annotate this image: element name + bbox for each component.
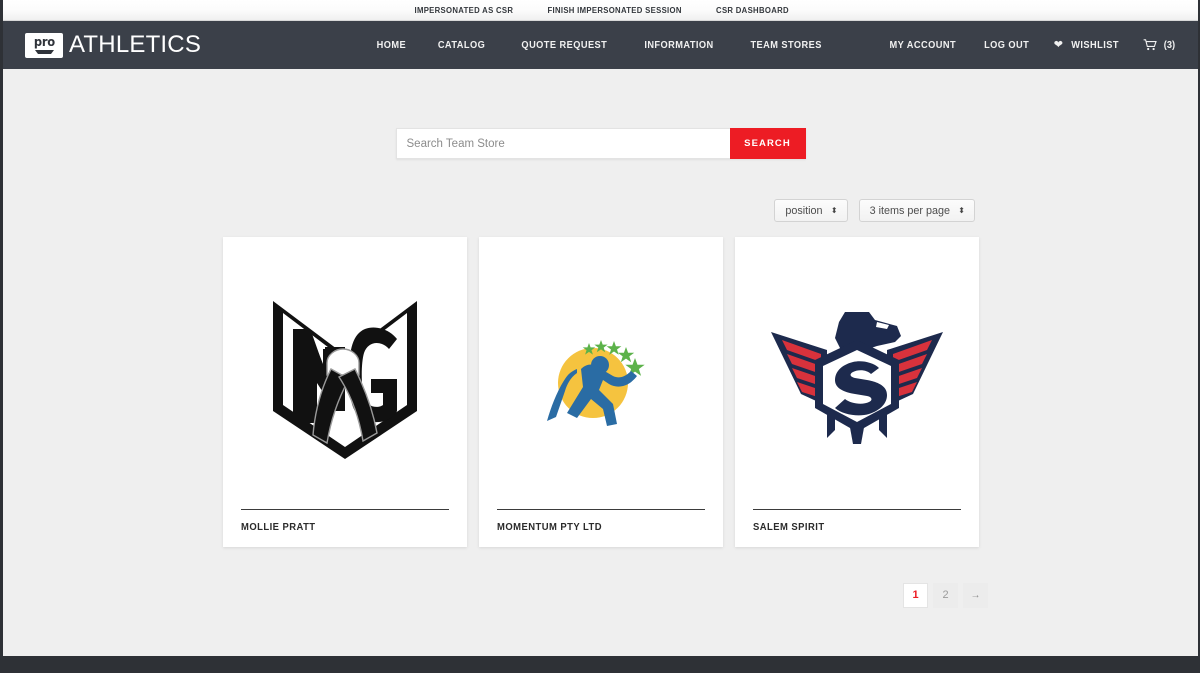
- team-store-search-form: SEARCH: [395, 128, 806, 159]
- divider: [752, 509, 961, 510]
- nav-item-catalog[interactable]: CATALOG: [438, 39, 485, 51]
- next-page-button[interactable]: →: [963, 583, 988, 608]
- team-store-name: MOMENTUM PTY LTD: [496, 521, 602, 533]
- team-store-grid: MOLLIE PRATT MOMENTUM PTY LTD SALEM SPIR…: [3, 237, 1198, 547]
- list-toolbar: position ⬍ 3 items per page ⬍: [3, 159, 1198, 222]
- team-store-card-footer: MOMENTUM PTY LTD: [479, 509, 723, 547]
- team-store-name: SALEM SPIRIT: [752, 521, 825, 533]
- impersonated-as-csr-link[interactable]: IMPERSONATED AS CSR: [414, 5, 513, 15]
- mg-shield-ribbon-icon: [272, 301, 417, 459]
- utility-navigation: MY ACCOUNT LOG OUT ❤ WISHLIST (3): [885, 39, 1176, 51]
- shopping-cart-icon: [1143, 39, 1158, 51]
- page-root: IMPERSONATED AS CSR FINISH IMPERSONATED …: [0, 0, 1200, 673]
- main-navigation: HOME CATALOG QUOTE REQUEST INFORMATION T…: [374, 39, 827, 51]
- finish-impersonated-session-link[interactable]: FINISH IMPERSONATED SESSION: [548, 5, 682, 15]
- wishlist-label[interactable]: WISHLIST: [1071, 39, 1119, 51]
- team-store-name: MOLLIE PRATT: [240, 521, 316, 533]
- brand-logo[interactable]: pro ATHLETICS: [25, 31, 201, 59]
- page-button-1[interactable]: 1: [903, 583, 928, 608]
- sort-by-value: position: [785, 204, 823, 217]
- chevron-down-icon: ⬍: [830, 205, 838, 215]
- chevron-down-icon: ⬍: [958, 205, 965, 215]
- team-store-card-footer: MOLLIE PRATT: [223, 509, 467, 547]
- divider: [240, 509, 449, 510]
- cart-link[interactable]: (3): [1143, 39, 1176, 51]
- csr-dashboard-link[interactable]: CSR DASHBOARD: [716, 5, 789, 15]
- wishlist-link[interactable]: ❤ WISHLIST: [1054, 39, 1122, 51]
- team-store-card[interactable]: MOLLIE PRATT: [222, 237, 467, 547]
- team-store-logo: [735, 237, 979, 509]
- salem-spirit-eagle-icon: [770, 312, 943, 444]
- search-input[interactable]: [395, 128, 730, 159]
- cart-count: (3): [1163, 39, 1176, 51]
- page-button-2[interactable]: 2: [933, 583, 958, 608]
- brand-name: ATHLETICS: [69, 31, 202, 58]
- nav-item-quote-request[interactable]: QUOTE REQUEST: [521, 39, 607, 51]
- log-out-link[interactable]: LOG OUT: [985, 39, 1030, 51]
- team-store-logo: [479, 237, 723, 509]
- sort-by-select[interactable]: position ⬍: [774, 199, 848, 222]
- divider: [496, 509, 705, 510]
- nav-item-team-stores[interactable]: TEAM STORES: [751, 39, 822, 51]
- items-per-page-select[interactable]: 3 items per page ⬍: [858, 199, 975, 222]
- items-per-page-value: 3 items per page: [869, 204, 950, 217]
- site-footer: [3, 656, 1198, 673]
- main-content: SEARCH position ⬍ 3 items per page ⬍: [3, 69, 1198, 656]
- logo-swoosh-icon: [34, 49, 54, 54]
- team-store-card[interactable]: MOMENTUM PTY LTD: [478, 237, 723, 547]
- nav-item-home[interactable]: HOME: [376, 39, 405, 51]
- site-header: pro ATHLETICS HOME CATALOG QUOTE REQUEST…: [3, 21, 1198, 69]
- search-button[interactable]: SEARCH: [729, 128, 806, 159]
- team-store-logo: [223, 237, 467, 509]
- team-store-card-footer: SALEM SPIRIT: [735, 509, 979, 547]
- pagination: 1 2 →: [3, 547, 1198, 608]
- heart-icon: ❤: [1053, 38, 1063, 51]
- team-store-card[interactable]: SALEM SPIRIT: [734, 237, 979, 547]
- search-row: SEARCH: [3, 69, 1198, 159]
- momentum-runner-icon: [546, 339, 645, 426]
- nav-item-information[interactable]: INFORMATION: [645, 39, 714, 51]
- pro-logo-icon: pro: [25, 32, 63, 58]
- my-account-link[interactable]: MY ACCOUNT: [889, 39, 956, 51]
- impersonation-bar: IMPERSONATED AS CSR FINISH IMPERSONATED …: [3, 0, 1198, 21]
